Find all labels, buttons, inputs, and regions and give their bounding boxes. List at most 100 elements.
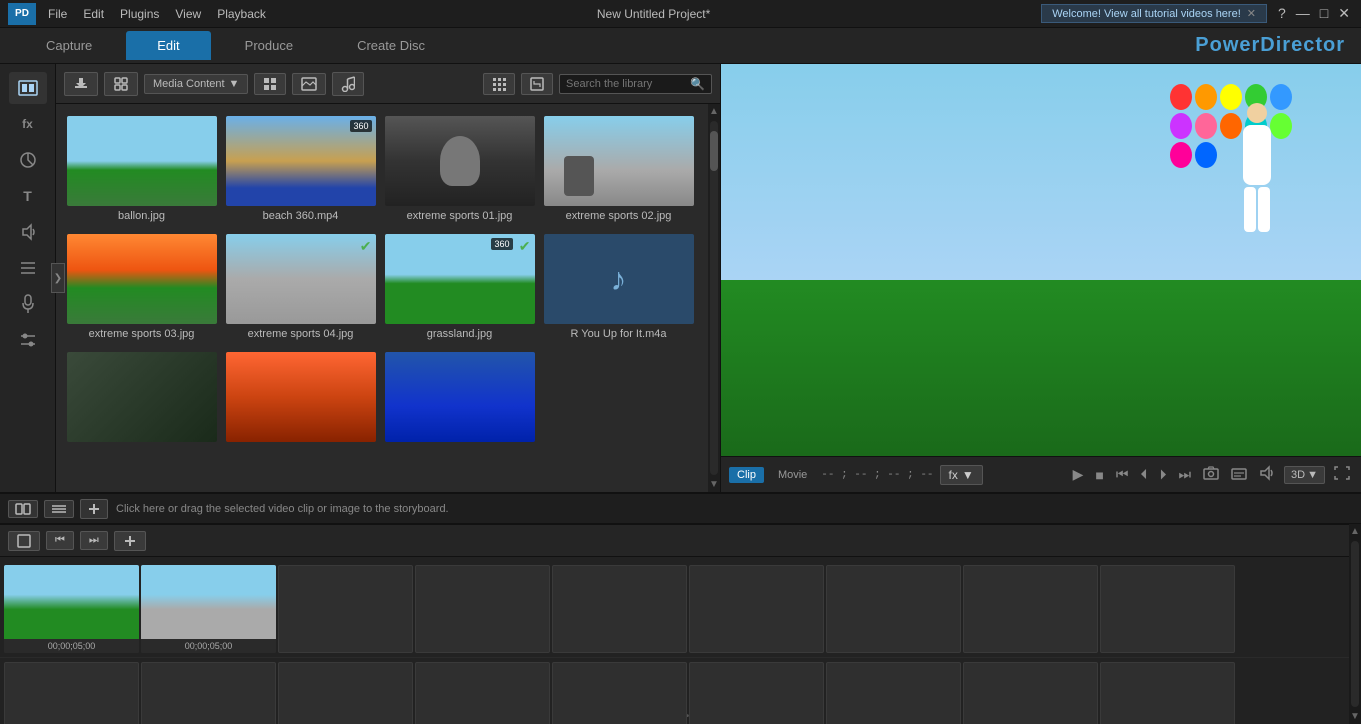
preview-controls: Clip Movie -- ; -- ; -- ; -- fx ▼ ▶ ■ ⏮ … bbox=[721, 456, 1361, 492]
empty-timeline-slot[interactable] bbox=[689, 662, 824, 724]
fit-timeline-btn[interactable] bbox=[8, 531, 40, 551]
sidebar-media-btn[interactable] bbox=[9, 72, 47, 104]
preview-clip-tab[interactable]: Clip bbox=[729, 467, 764, 483]
media-item[interactable]: ballon.jpg bbox=[64, 112, 219, 226]
view-music-btn[interactable] bbox=[332, 72, 364, 96]
sidebar-title-btn[interactable]: T bbox=[9, 180, 47, 212]
empty-timeline-slot[interactable] bbox=[1100, 662, 1235, 724]
sidebar-color-btn[interactable] bbox=[9, 144, 47, 176]
menu-plugins[interactable]: Plugins bbox=[120, 7, 159, 21]
sidebar-adjust-btn[interactable] bbox=[9, 324, 47, 356]
welcome-close-button[interactable]: ✕ bbox=[1247, 7, 1256, 20]
help-button[interactable]: ? bbox=[1275, 5, 1289, 22]
prev-clip-btn[interactable]: ⏮ bbox=[1113, 464, 1132, 485]
fx-dropdown[interactable]: fx ▼ bbox=[940, 465, 983, 485]
fit-view-btn[interactable] bbox=[521, 73, 553, 95]
menu-playback[interactable]: Playback bbox=[217, 7, 266, 21]
timeline-clip[interactable]: 00;00;05;00 bbox=[4, 565, 139, 653]
empty-timeline-slot[interactable] bbox=[689, 565, 824, 653]
stop-btn[interactable]: ■ bbox=[1092, 465, 1106, 485]
timeline-scroll-up[interactable]: ▲ bbox=[1348, 524, 1361, 539]
add-track-btn[interactable] bbox=[114, 531, 146, 551]
add-audio-track-btn[interactable] bbox=[80, 499, 108, 519]
media-scrollbar[interactable]: ▲ ▼ bbox=[708, 104, 720, 492]
media-item[interactable] bbox=[64, 348, 219, 450]
empty-timeline-slot[interactable] bbox=[826, 565, 961, 653]
media-item[interactable] bbox=[382, 348, 537, 450]
media-item[interactable]: extreme sports 02.jpg bbox=[541, 112, 696, 226]
media-item[interactable]: ✔ extreme sports 04.jpg bbox=[223, 230, 378, 344]
title-bar: PD File Edit Plugins View Playback New U… bbox=[0, 0, 1361, 28]
media-item[interactable]: ♪ R You Up for It.m4a bbox=[541, 230, 696, 344]
view-image-btn[interactable] bbox=[292, 73, 326, 95]
empty-timeline-slot[interactable] bbox=[963, 662, 1098, 724]
sidebar-chapters-btn[interactable] bbox=[9, 252, 47, 284]
tab-create-disc[interactable]: Create Disc bbox=[327, 32, 455, 59]
view-thumbnails-btn[interactable] bbox=[254, 73, 286, 95]
empty-timeline-slot[interactable] bbox=[415, 565, 550, 653]
tab-capture[interactable]: Capture bbox=[16, 32, 122, 59]
track-row bbox=[0, 658, 1361, 724]
music-icon: ♪ bbox=[611, 261, 627, 298]
menu-view[interactable]: View bbox=[175, 7, 201, 21]
preview-time-display: -- ; -- ; -- ; -- bbox=[821, 469, 933, 481]
audio-btn[interactable] bbox=[1256, 463, 1278, 486]
empty-timeline-slot[interactable] bbox=[826, 662, 961, 724]
media-item[interactable]: 360 beach 360.mp4 bbox=[223, 112, 378, 226]
import-media-btn[interactable] bbox=[64, 72, 98, 96]
media-item[interactable]: extreme sports 01.jpg bbox=[382, 112, 537, 226]
play-btn[interactable]: ▶ bbox=[1070, 464, 1087, 485]
timeline-scroll-down[interactable]: ▼ bbox=[1348, 709, 1361, 724]
empty-timeline-slot[interactable] bbox=[4, 662, 139, 724]
scroll-up-btn[interactable]: ▲ bbox=[707, 104, 720, 119]
empty-timeline-slot[interactable] bbox=[552, 565, 687, 653]
empty-timeline-slot[interactable] bbox=[415, 662, 550, 724]
scroll-down-btn[interactable]: ▼ bbox=[707, 477, 720, 492]
sidebar-mic-btn[interactable] bbox=[9, 288, 47, 320]
timeline-view-btn[interactable] bbox=[44, 500, 74, 518]
3d-dropdown[interactable]: 3D ▼ bbox=[1284, 466, 1325, 484]
next-frame-btn[interactable]: ⏵ bbox=[1156, 464, 1169, 485]
prev-frame-btn[interactable]: ⏴ bbox=[1137, 464, 1150, 485]
storyboard-view-btn[interactable] bbox=[8, 500, 38, 518]
close-button[interactable]: ✕ bbox=[1335, 5, 1353, 22]
media-item[interactable]: 360 ✔ grassland.jpg bbox=[382, 230, 537, 344]
plugin-btn[interactable] bbox=[104, 72, 138, 96]
empty-timeline-slot[interactable] bbox=[278, 662, 413, 724]
media-item[interactable] bbox=[223, 348, 378, 450]
go-end-btn[interactable]: ⏭ bbox=[80, 531, 108, 550]
maximize-button[interactable]: □ bbox=[1317, 5, 1331, 22]
media-thumbnail: ♪ bbox=[544, 234, 694, 324]
search-icon: 🔍 bbox=[690, 77, 705, 91]
go-home-btn[interactable]: ⏮ bbox=[46, 531, 74, 550]
grid-layout-btn[interactable] bbox=[483, 73, 515, 95]
tab-edit[interactable]: Edit bbox=[126, 31, 210, 60]
fullscreen-btn[interactable] bbox=[1331, 464, 1353, 485]
search-box[interactable]: 🔍 bbox=[559, 74, 712, 94]
3d-label: 3D bbox=[1291, 469, 1305, 481]
tab-produce[interactable]: Produce bbox=[215, 32, 323, 59]
snapshot-btn[interactable] bbox=[1200, 464, 1222, 485]
empty-timeline-slot[interactable] bbox=[141, 662, 276, 724]
menu-file[interactable]: File bbox=[48, 7, 67, 21]
media-item[interactable]: extreme sports 03.jpg bbox=[64, 230, 219, 344]
empty-timeline-slot[interactable] bbox=[552, 662, 687, 724]
media-content-dropdown[interactable]: Media Content ▼ bbox=[144, 74, 248, 94]
scroll-thumb[interactable] bbox=[710, 131, 718, 171]
badge-360: 360 bbox=[350, 120, 371, 132]
badge-check: ✔ bbox=[360, 238, 372, 255]
sidebar-collapse-btn[interactable]: ❯ bbox=[51, 263, 65, 293]
subtitle-btn[interactable] bbox=[1228, 465, 1250, 485]
search-input[interactable] bbox=[566, 78, 686, 90]
preview-movie-tab[interactable]: Movie bbox=[770, 467, 815, 483]
timeline-clip[interactable]: 00;00;05;00 bbox=[141, 565, 276, 653]
empty-timeline-slot[interactable] bbox=[278, 565, 413, 653]
empty-timeline-slot[interactable] bbox=[1100, 565, 1235, 653]
sidebar-fx-btn[interactable]: fx bbox=[9, 108, 47, 140]
minimize-button[interactable]: — bbox=[1293, 5, 1313, 22]
menu-edit[interactable]: Edit bbox=[83, 7, 104, 21]
timeline-scrollbar[interactable]: ▲ ▼ bbox=[1349, 524, 1361, 724]
empty-timeline-slot[interactable] bbox=[963, 565, 1098, 653]
sidebar-audio-btn[interactable] bbox=[9, 216, 47, 248]
next-clip-btn[interactable]: ⏭ bbox=[1175, 464, 1194, 485]
